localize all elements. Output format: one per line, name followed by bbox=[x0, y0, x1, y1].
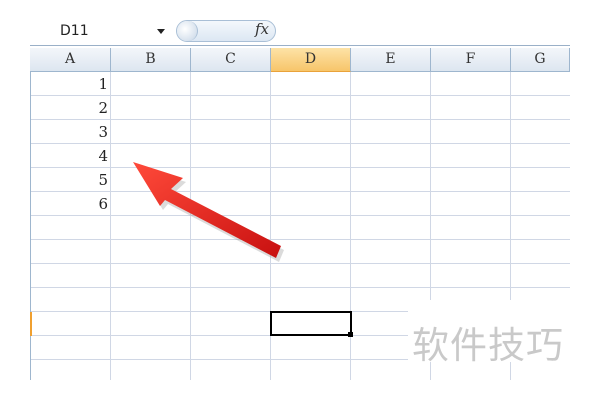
watermark-text: 软件技巧 bbox=[412, 324, 564, 367]
formula-bar: D11 fx bbox=[0, 0, 600, 46]
cell-a1[interactable]: 1 bbox=[30, 72, 108, 96]
gridline-horizontal bbox=[30, 167, 570, 168]
name-box[interactable]: D11 bbox=[33, 19, 173, 43]
column-header-d[interactable]: D bbox=[271, 48, 351, 72]
column-header-g[interactable]: G bbox=[511, 48, 570, 72]
chevron-down-icon[interactable] bbox=[157, 29, 165, 34]
fill-handle[interactable] bbox=[348, 332, 353, 337]
gridline-horizontal bbox=[30, 191, 570, 192]
column-header-c[interactable]: C bbox=[191, 48, 271, 72]
cell-a5[interactable]: 5 bbox=[30, 168, 108, 192]
cell-a2[interactable]: 2 bbox=[30, 96, 108, 120]
active-row-marker bbox=[30, 312, 32, 336]
fx-icon[interactable]: fx bbox=[255, 20, 269, 38]
column-header-e[interactable]: E bbox=[351, 48, 431, 72]
gridline-horizontal bbox=[30, 119, 570, 120]
column-header-f[interactable]: F bbox=[431, 48, 511, 72]
cell-a4[interactable]: 4 bbox=[30, 144, 108, 168]
active-cell-d11[interactable] bbox=[270, 311, 352, 336]
gridline-horizontal bbox=[30, 143, 570, 144]
gridline-horizontal bbox=[30, 239, 570, 240]
gridline-horizontal bbox=[30, 95, 570, 96]
column-header-b[interactable]: B bbox=[111, 48, 191, 72]
cell-a3[interactable]: 3 bbox=[30, 120, 108, 144]
gridline-horizontal bbox=[30, 215, 570, 216]
formula-input[interactable] bbox=[276, 20, 600, 44]
column-header-a[interactable]: A bbox=[30, 48, 111, 72]
resize-handle-icon bbox=[177, 21, 198, 41]
cell-a6[interactable]: 6 bbox=[30, 192, 108, 216]
gridline-horizontal bbox=[30, 287, 570, 288]
gridline-horizontal bbox=[30, 263, 570, 264]
formula-bar-divider bbox=[30, 45, 570, 46]
